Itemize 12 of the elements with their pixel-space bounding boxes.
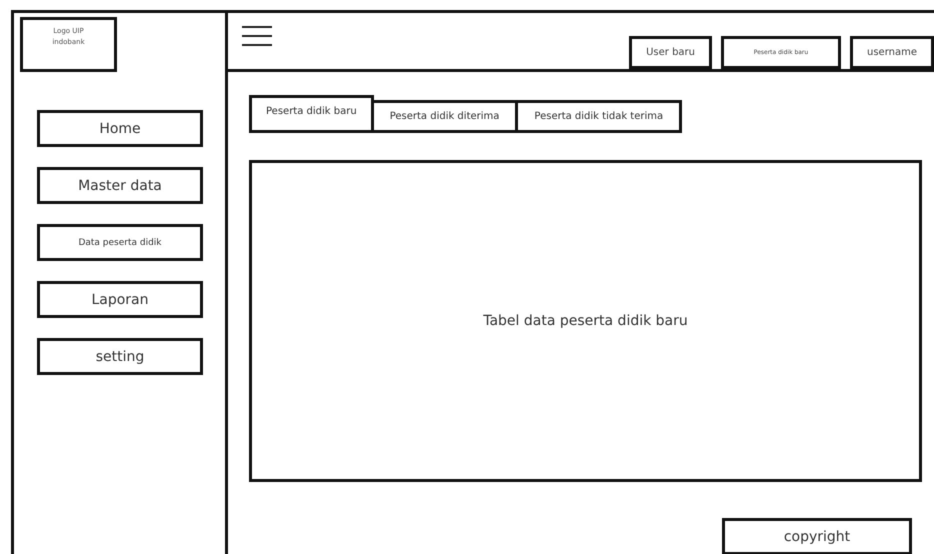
table-caption: Tabel data peserta didik baru	[483, 313, 688, 329]
copyright-box: copyright	[722, 518, 912, 554]
menu-icon[interactable]	[242, 25, 272, 47]
header-button[interactable]: username	[850, 36, 934, 69]
sidebar-menu-button[interactable]: Data peserta didik	[37, 224, 203, 261]
sidebar-menu-button[interactable]: Home	[37, 110, 203, 147]
sidebar-menu-button[interactable]: Laporan	[37, 281, 203, 318]
header-button[interactable]: User baru	[629, 36, 712, 69]
tab[interactable]: Peserta didik tidak terima	[515, 100, 682, 133]
sidebar-menu-button[interactable]: setting	[37, 338, 203, 375]
sidebar-menu-button[interactable]: Master data	[37, 167, 203, 204]
tab[interactable]: Peserta didik baru	[249, 95, 374, 133]
